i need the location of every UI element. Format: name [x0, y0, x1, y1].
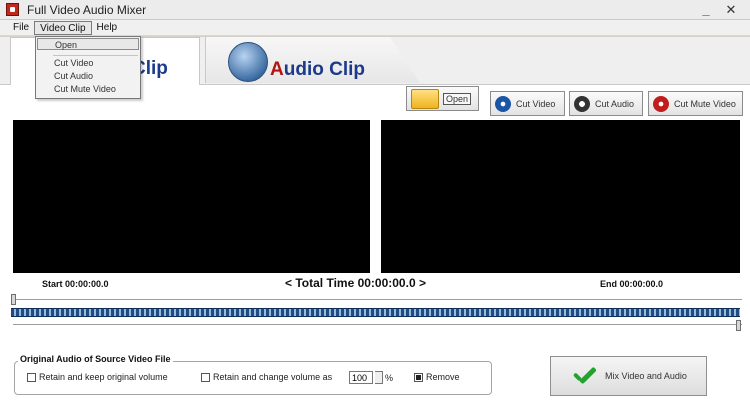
title-bar: Full Video Audio Mixer _ ✕	[0, 0, 750, 20]
dropdown-cut-audio[interactable]: Cut Audio	[54, 70, 93, 82]
music-note-icon	[574, 95, 590, 112]
cut-audio-label: Cut Audio	[595, 98, 635, 109]
window-title: Full Video Audio Mixer	[27, 2, 147, 17]
close-button[interactable]: ✕	[720, 1, 742, 18]
retain-keep-option[interactable]: Retain and keep original volume	[27, 372, 168, 382]
menu-video-clip[interactable]: Video Clip	[34, 20, 92, 35]
menu-help[interactable]: Help	[92, 21, 123, 35]
tab-audio-clip-label-rest: udio Clip	[283, 59, 365, 80]
menu-bar: File Video Clip Help	[0, 20, 750, 36]
retain-keep-label: Retain and keep original volume	[39, 372, 168, 382]
start-time-label: Start 00:00:00.0	[42, 279, 109, 289]
mix-video-audio-button[interactable]: Mix Video and Audio	[550, 356, 707, 396]
window-controls: _ ✕	[695, 1, 742, 18]
position-slider-handle[interactable]	[11, 294, 16, 305]
cut-video-button[interactable]: Cut Video	[490, 91, 565, 116]
retain-keep-checkbox[interactable]	[27, 372, 36, 382]
dropdown-separator	[53, 55, 138, 56]
trim-slider-handle[interactable]	[736, 320, 741, 331]
dropdown-cut-mute-video[interactable]: Cut Mute Video	[54, 83, 116, 95]
remove-checkbox[interactable]	[414, 372, 423, 382]
cut-video-label: Cut Video	[516, 98, 556, 109]
volume-spinner-buttons[interactable]	[375, 371, 383, 384]
cut-mute-video-button[interactable]: Cut Mute Video	[648, 91, 743, 116]
retain-change-label: Retain and change volume as	[213, 372, 333, 382]
dropdown-cut-video[interactable]: Cut Video	[54, 57, 93, 69]
checkmark-icon	[570, 364, 598, 388]
play-icon	[495, 95, 511, 112]
waveform-bar[interactable]	[11, 308, 740, 317]
dropdown-open[interactable]: Open	[37, 38, 139, 50]
position-slider-track[interactable]	[13, 299, 742, 300]
speaker-icon	[228, 42, 268, 82]
mix-video-audio-label: Mix Video and Audio	[605, 371, 687, 381]
video-clip-dropdown: Open Cut Video Cut Audio Cut Mute Video	[35, 36, 141, 99]
remove-option[interactable]: Remove	[414, 372, 460, 382]
open-button[interactable]: Open	[406, 86, 479, 111]
remove-label: Remove	[426, 372, 460, 382]
tab-audio-clip-label-first: A	[270, 59, 284, 80]
total-time-label: < Total Time 00:00:00.0 >	[285, 276, 426, 290]
menu-file[interactable]: File	[8, 21, 34, 35]
retain-change-checkbox[interactable]	[201, 372, 210, 382]
mute-video-icon	[653, 95, 669, 112]
output-preview-screen[interactable]	[381, 120, 740, 273]
tab-audio-clip-label: Audio Clip	[270, 59, 365, 81]
end-time-label: End 00:00:00.0	[600, 279, 664, 289]
folder-icon	[411, 88, 439, 109]
volume-spinner[interactable]: %	[347, 371, 393, 384]
volume-input[interactable]	[349, 371, 373, 384]
open-button-label: Open	[443, 92, 472, 105]
app-icon	[6, 3, 19, 16]
minimize-button[interactable]: _	[695, 1, 717, 18]
video-preview-screen[interactable]	[13, 120, 370, 273]
original-audio-legend: Original Audio of Source Video File	[18, 354, 173, 364]
cut-audio-button[interactable]: Cut Audio	[569, 91, 643, 116]
trim-slider-track[interactable]	[13, 324, 742, 325]
retain-change-option[interactable]: Retain and change volume as	[201, 372, 332, 382]
cut-mute-video-label: Cut Mute Video	[674, 98, 736, 109]
percent-symbol: %	[385, 372, 394, 383]
